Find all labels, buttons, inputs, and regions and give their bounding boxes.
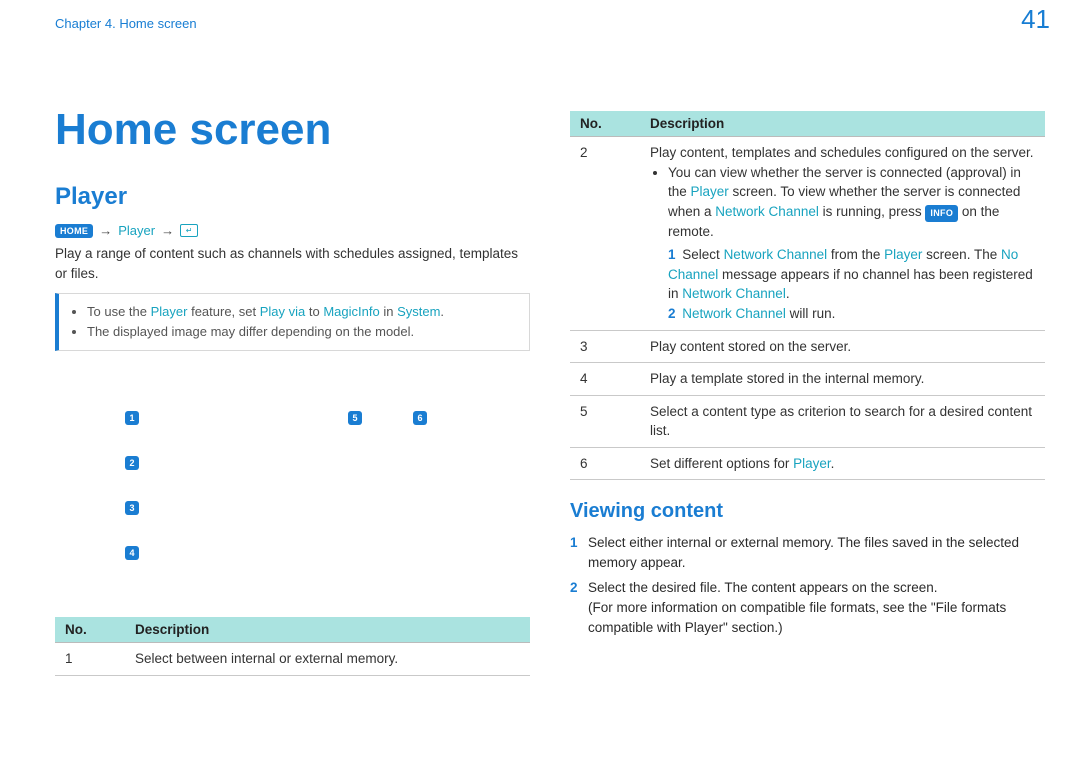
enter-key-icon: ↵ (180, 224, 198, 237)
section-heading-player: Player (55, 183, 530, 211)
table-row: 3 Play content stored on the server. (570, 330, 1045, 363)
callout-1: 1 (125, 411, 139, 425)
page-number: 41 (1021, 4, 1050, 35)
arrow-icon: → (161, 223, 174, 238)
table-row: 1 Select between internal or external me… (55, 643, 530, 676)
right-table: No. Description 2 Play content, template… (570, 111, 1045, 480)
th-no: No. (55, 617, 125, 643)
callout-5: 5 (348, 411, 362, 425)
th-desc: Description (640, 111, 1045, 137)
home-key-icon: HOME (55, 224, 93, 238)
diagram-placeholder: 1 5 6 2 3 4 (55, 411, 530, 611)
callout-3: 3 (125, 501, 139, 515)
page-title: Home screen (55, 105, 530, 155)
chapter-label: Chapter 4. Home screen (55, 16, 197, 31)
viewing-steps: 1 Select either internal or external mem… (570, 533, 1045, 637)
callout-6: 6 (413, 411, 427, 425)
nav-path: HOME → Player → ↵ (55, 223, 530, 238)
intro-text: Play a range of content such as channels… (55, 244, 530, 283)
table-row: 5 Select a content type as criterion to … (570, 395, 1045, 447)
arrow-icon: → (99, 223, 112, 238)
callout-2: 2 (125, 456, 139, 470)
table-row: 6 Set different options for Player. (570, 447, 1045, 480)
info-key-icon: INFO (925, 205, 958, 222)
note-box: To use the Player feature, set Play via … (55, 293, 530, 351)
table-row: 2 Play content, templates and schedules … (570, 137, 1045, 331)
left-table: No. Description 1 Select between interna… (55, 617, 530, 676)
callout-4: 4 (125, 546, 139, 560)
table-row: 4 Play a template stored in the internal… (570, 363, 1045, 396)
nav-player-link: Player (118, 223, 155, 238)
th-desc: Description (125, 617, 530, 643)
section-heading-viewing: Viewing content (570, 500, 1045, 523)
th-no: No. (570, 111, 640, 137)
